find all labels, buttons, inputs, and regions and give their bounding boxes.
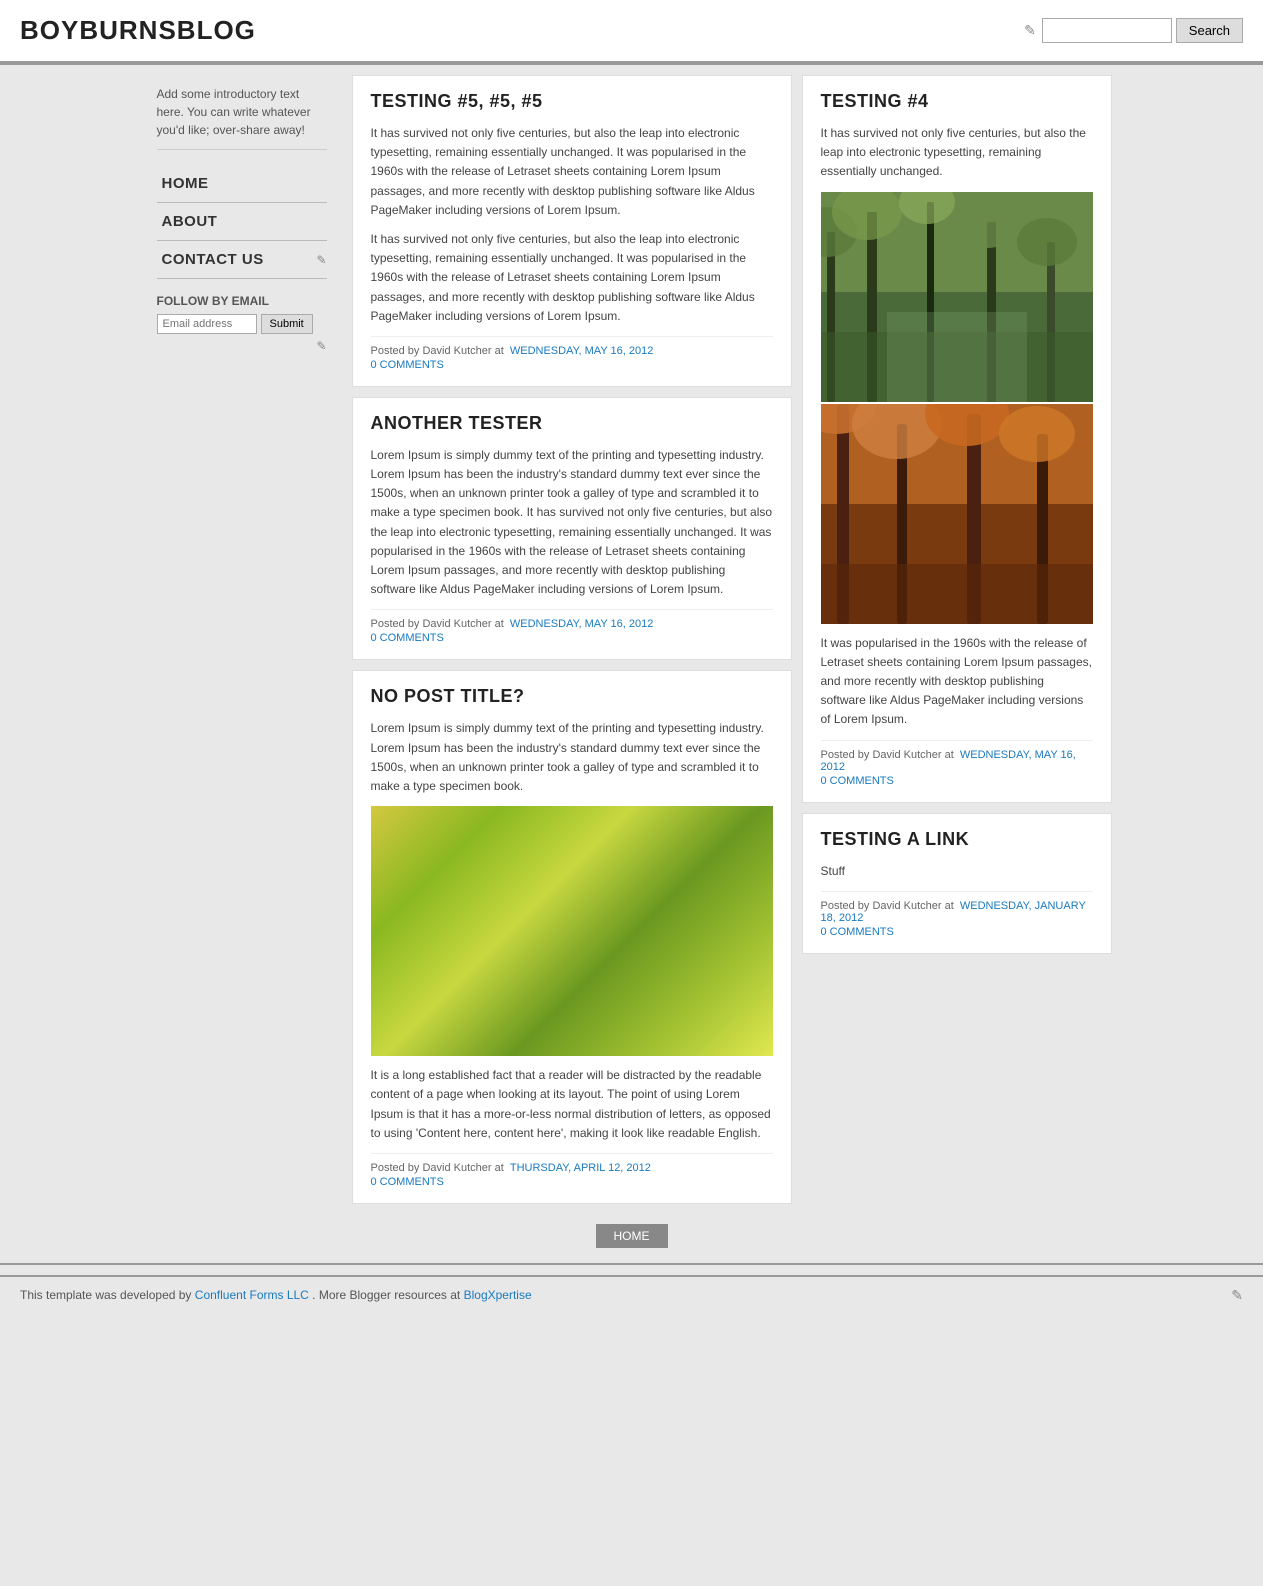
- site-footer: This template was developed by Confluent…: [0, 1275, 1263, 1314]
- footer-text-before: This template was developed by: [20, 1288, 191, 1302]
- post-body-testing4: It has survived not only five centuries,…: [821, 124, 1093, 182]
- site-header: BOYBURNSBLOG ✎ Search: [0, 0, 1263, 63]
- follow-by-email-section: FOLLOW BY EMAIL Submit ✎: [157, 294, 327, 353]
- email-form: Submit: [157, 314, 327, 334]
- post-body-testing-link: Stuff: [821, 862, 1093, 881]
- content-area: Add some introductory text here. You can…: [142, 65, 1122, 1214]
- post-body-another-tester: Lorem Ipsum is simply dummy text of the …: [371, 446, 773, 600]
- post-image-flowers: [371, 806, 773, 1056]
- post-footer-testing-link: Posted by David Kutcher at WEDNESDAY, JA…: [821, 891, 1093, 938]
- nav-link-home[interactable]: HOME: [157, 165, 327, 202]
- post-title-testing4: TESTING #4: [821, 91, 1093, 112]
- post-author-no-title: Posted by David Kutcher at: [371, 1162, 504, 1174]
- post-author-another-tester: Posted by David Kutcher at: [371, 618, 504, 630]
- search-input[interactable]: [1042, 18, 1172, 43]
- edit-pencil-icon: ✎: [1024, 22, 1036, 39]
- nav-link-contact[interactable]: CONTACT US: [157, 241, 269, 278]
- left-column: TESTING #5, #5, #5 It has survived not o…: [352, 75, 792, 1204]
- footer-text-middle: . More Blogger resources at: [312, 1288, 460, 1302]
- post-comments-another-tester[interactable]: 0 COMMENTS: [371, 632, 773, 644]
- post-card-testing4: TESTING #4 It has survived not only five…: [802, 75, 1112, 803]
- edit-icon-contact: ✎: [316, 253, 326, 267]
- footer-divider: [0, 1263, 1263, 1265]
- post-date-no-title[interactable]: THURSDAY, APRIL 12, 2012: [510, 1162, 651, 1174]
- blog-columns: TESTING #5, #5, #5 It has survived not o…: [342, 75, 1122, 1204]
- search-form: Search: [1042, 18, 1243, 43]
- post-card-testing5: TESTING #5, #5, #5 It has survived not o…: [352, 75, 792, 387]
- post-date-testing5[interactable]: WEDNESDAY, MAY 16, 2012: [510, 345, 653, 357]
- post-comments-testing4[interactable]: 0 COMMENTS: [821, 775, 1093, 787]
- right-column: TESTING #4 It has survived not only five…: [802, 75, 1112, 1204]
- footer-blog-link[interactable]: BlogXpertise: [464, 1288, 532, 1302]
- site-title: BOYBURNSBLOG: [20, 15, 256, 46]
- post-title-testing5: TESTING #5, #5, #5: [371, 91, 773, 112]
- nav-link-about[interactable]: ABOUT: [157, 203, 327, 240]
- post-title-no-title: NO POST TITLE?: [371, 686, 773, 707]
- email-input[interactable]: [157, 314, 257, 334]
- post-comments-testing-link[interactable]: 0 COMMENTS: [821, 926, 1093, 938]
- footer-company-link[interactable]: Confluent Forms LLC: [195, 1288, 309, 1302]
- post-footer-testing5: Posted by David Kutcher at WEDNESDAY, MA…: [371, 336, 773, 371]
- post-author-testing-link: Posted by David Kutcher at: [821, 900, 954, 912]
- bottom-home-button[interactable]: HOME: [596, 1224, 668, 1248]
- nav-item-home[interactable]: HOME: [157, 165, 327, 203]
- post-author-testing5: Posted by David Kutcher at: [371, 345, 504, 357]
- search-area: ✎ Search: [1024, 18, 1243, 43]
- email-submit-button[interactable]: Submit: [261, 314, 313, 334]
- post-body-testing4-2: It was popularised in the 1960s with the…: [821, 634, 1093, 730]
- footer-text: This template was developed by Confluent…: [20, 1288, 532, 1302]
- nav-list: HOME ABOUT CONTACT US ✎: [157, 165, 327, 279]
- post-author-testing4: Posted by David Kutcher at: [821, 749, 954, 761]
- sidebar-intro: Add some introductory text here. You can…: [157, 85, 327, 150]
- post-card-testing-link: TESTING A LINK Stuff Posted by David Kut…: [802, 813, 1112, 954]
- post-card-no-title: NO POST TITLE? Lorem Ipsum is simply dum…: [352, 670, 792, 1204]
- post-body-no-title-2: It is a long established fact that a rea…: [371, 1066, 773, 1143]
- sidebar: Add some introductory text here. You can…: [142, 75, 342, 1204]
- follow-label: FOLLOW BY EMAIL: [157, 294, 327, 308]
- post-footer-testing4: Posted by David Kutcher at WEDNESDAY, MA…: [821, 740, 1093, 787]
- post-comments-testing5[interactable]: 0 COMMENTS: [371, 359, 773, 371]
- post-title-another-tester: ANOTHER TESTER: [371, 413, 773, 434]
- post-title-testing-link: TESTING A LINK: [821, 829, 1093, 850]
- post-card-another-tester: ANOTHER TESTER Lorem Ipsum is simply dum…: [352, 397, 792, 661]
- search-button[interactable]: Search: [1176, 18, 1243, 43]
- nav-item-contact[interactable]: CONTACT US ✎: [157, 241, 327, 279]
- edit-icon-footer: ✎: [1231, 1287, 1243, 1304]
- bottom-nav: HOME: [142, 1214, 1122, 1263]
- post-footer-another-tester: Posted by David Kutcher at WEDNESDAY, MA…: [371, 609, 773, 644]
- post-image-forest-bottom: [821, 404, 1093, 624]
- post-comments-no-title[interactable]: 0 COMMENTS: [371, 1176, 773, 1188]
- post-footer-no-title: Posted by David Kutcher at THURSDAY, APR…: [371, 1153, 773, 1188]
- post-date-another-tester[interactable]: WEDNESDAY, MAY 16, 2012: [510, 618, 653, 630]
- nav-item-about[interactable]: ABOUT: [157, 203, 327, 241]
- main-wrapper: Add some introductory text here. You can…: [142, 65, 1122, 1263]
- post-body-no-title: Lorem Ipsum is simply dummy text of the …: [371, 719, 773, 796]
- post-body-testing5: It has survived not only five centuries,…: [371, 124, 773, 326]
- post-image-forest-top: [821, 192, 1093, 402]
- edit-icon-follow: ✎: [316, 339, 326, 353]
